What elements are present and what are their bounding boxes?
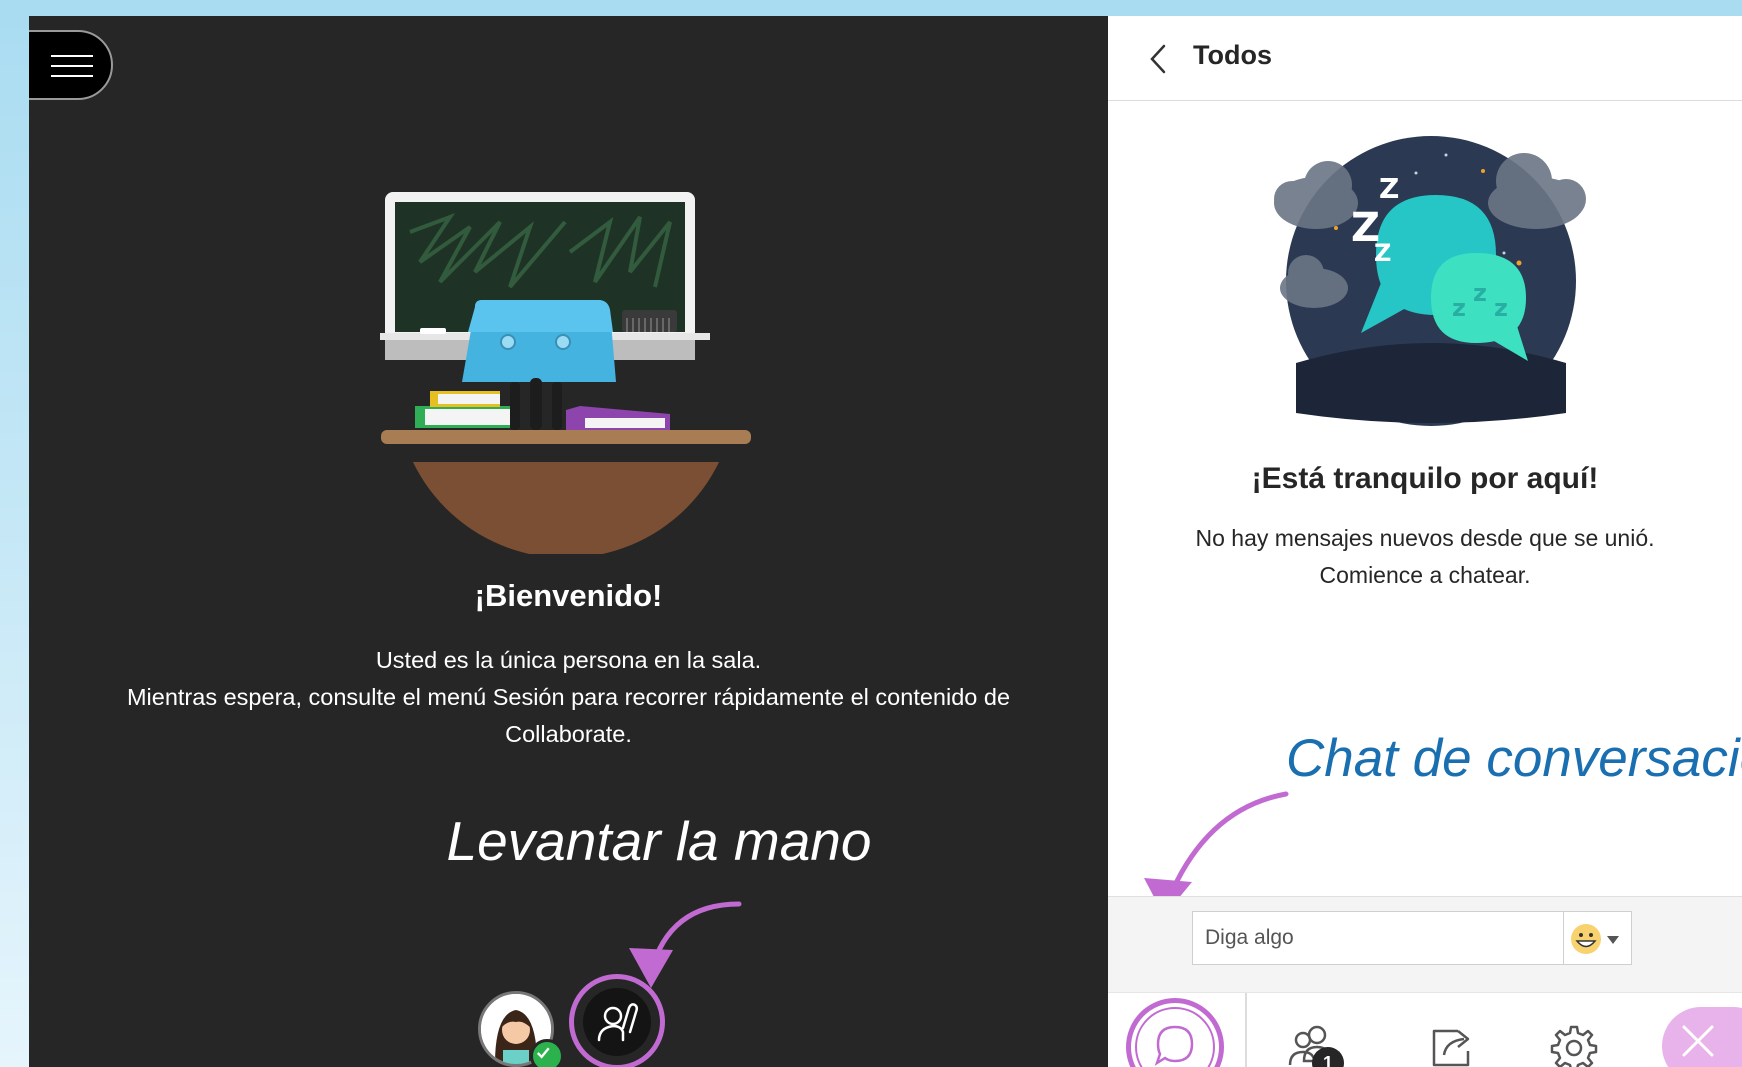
empty-state-message: No hay mensajes nuevos desde que se unió… xyxy=(1108,520,1742,594)
panel-title: Todos xyxy=(1193,40,1272,70)
chat-tab-button[interactable] xyxy=(1118,993,1238,1067)
chat-message-input[interactable] xyxy=(1192,911,1564,965)
welcome-line-1: Usted es la única persona en la sala. xyxy=(375,647,762,673)
online-status-icon xyxy=(530,1039,564,1067)
collaborate-window: ¡Bienvenido! Usted es la única persona e… xyxy=(29,16,1742,1067)
classroom-illustration xyxy=(380,192,751,554)
empty-state-line-1: No hay mensajes nuevos desde que se unió… xyxy=(1195,525,1655,551)
chevron-left-icon xyxy=(1150,44,1166,74)
session-menu-button[interactable] xyxy=(29,30,113,100)
gear-icon xyxy=(1550,1025,1598,1067)
emoji-picker-button[interactable] xyxy=(1564,911,1632,965)
chat-icon xyxy=(1154,1025,1194,1066)
empty-state-title: ¡Está tranquilo por aquí! xyxy=(1251,462,1599,495)
welcome-title: ¡Bienvenido! xyxy=(474,578,663,613)
welcome-line-2: Mientras espera, consulte el menú Sesión… xyxy=(126,684,1011,747)
nav-divider xyxy=(1245,993,1247,1067)
panel-header: Todos xyxy=(1108,16,1742,101)
panel-navigation: 1 xyxy=(1108,992,1742,1067)
close-icon xyxy=(1682,1025,1714,1057)
settings-button[interactable] xyxy=(1524,993,1644,1067)
close-panel-button[interactable] xyxy=(1662,1007,1742,1067)
chat-panel: Todos Z Z Z z z z ¡Está tranquilo por aq… xyxy=(1108,16,1742,1067)
menu-icon xyxy=(51,55,93,77)
caret-down-icon xyxy=(1607,936,1619,944)
svg-text:Z: Z xyxy=(1379,172,1399,205)
raise-hand-annotation: Levantar la mano xyxy=(446,810,872,872)
share-content-button[interactable] xyxy=(1390,993,1510,1067)
attendees-button[interactable]: 1 xyxy=(1252,993,1372,1067)
svg-text:z: z xyxy=(1473,279,1487,307)
welcome-message: Usted es la única persona en la sala. Mi… xyxy=(69,642,1068,753)
share-icon xyxy=(1432,1029,1470,1067)
svg-text:z: z xyxy=(1494,294,1508,322)
session-stage: ¡Bienvenido! Usted es la única persona e… xyxy=(29,16,1108,1067)
attendee-count-badge: 1 xyxy=(1312,1047,1344,1067)
message-composer xyxy=(1108,896,1742,993)
quiet-chat-illustration: Z Z Z z z z xyxy=(1274,136,1586,426)
svg-text:z: z xyxy=(1452,294,1466,322)
svg-text:Z: Z xyxy=(1374,239,1391,267)
empty-state-line-2: Comience a chatear. xyxy=(1319,562,1531,588)
back-button[interactable] xyxy=(1144,42,1174,76)
emoji-icon xyxy=(1571,924,1601,954)
raise-hand-button[interactable] xyxy=(569,974,665,1067)
chat-annotation: Chat de conversación xyxy=(1286,729,1742,788)
raise-hand-icon xyxy=(597,1003,639,1042)
